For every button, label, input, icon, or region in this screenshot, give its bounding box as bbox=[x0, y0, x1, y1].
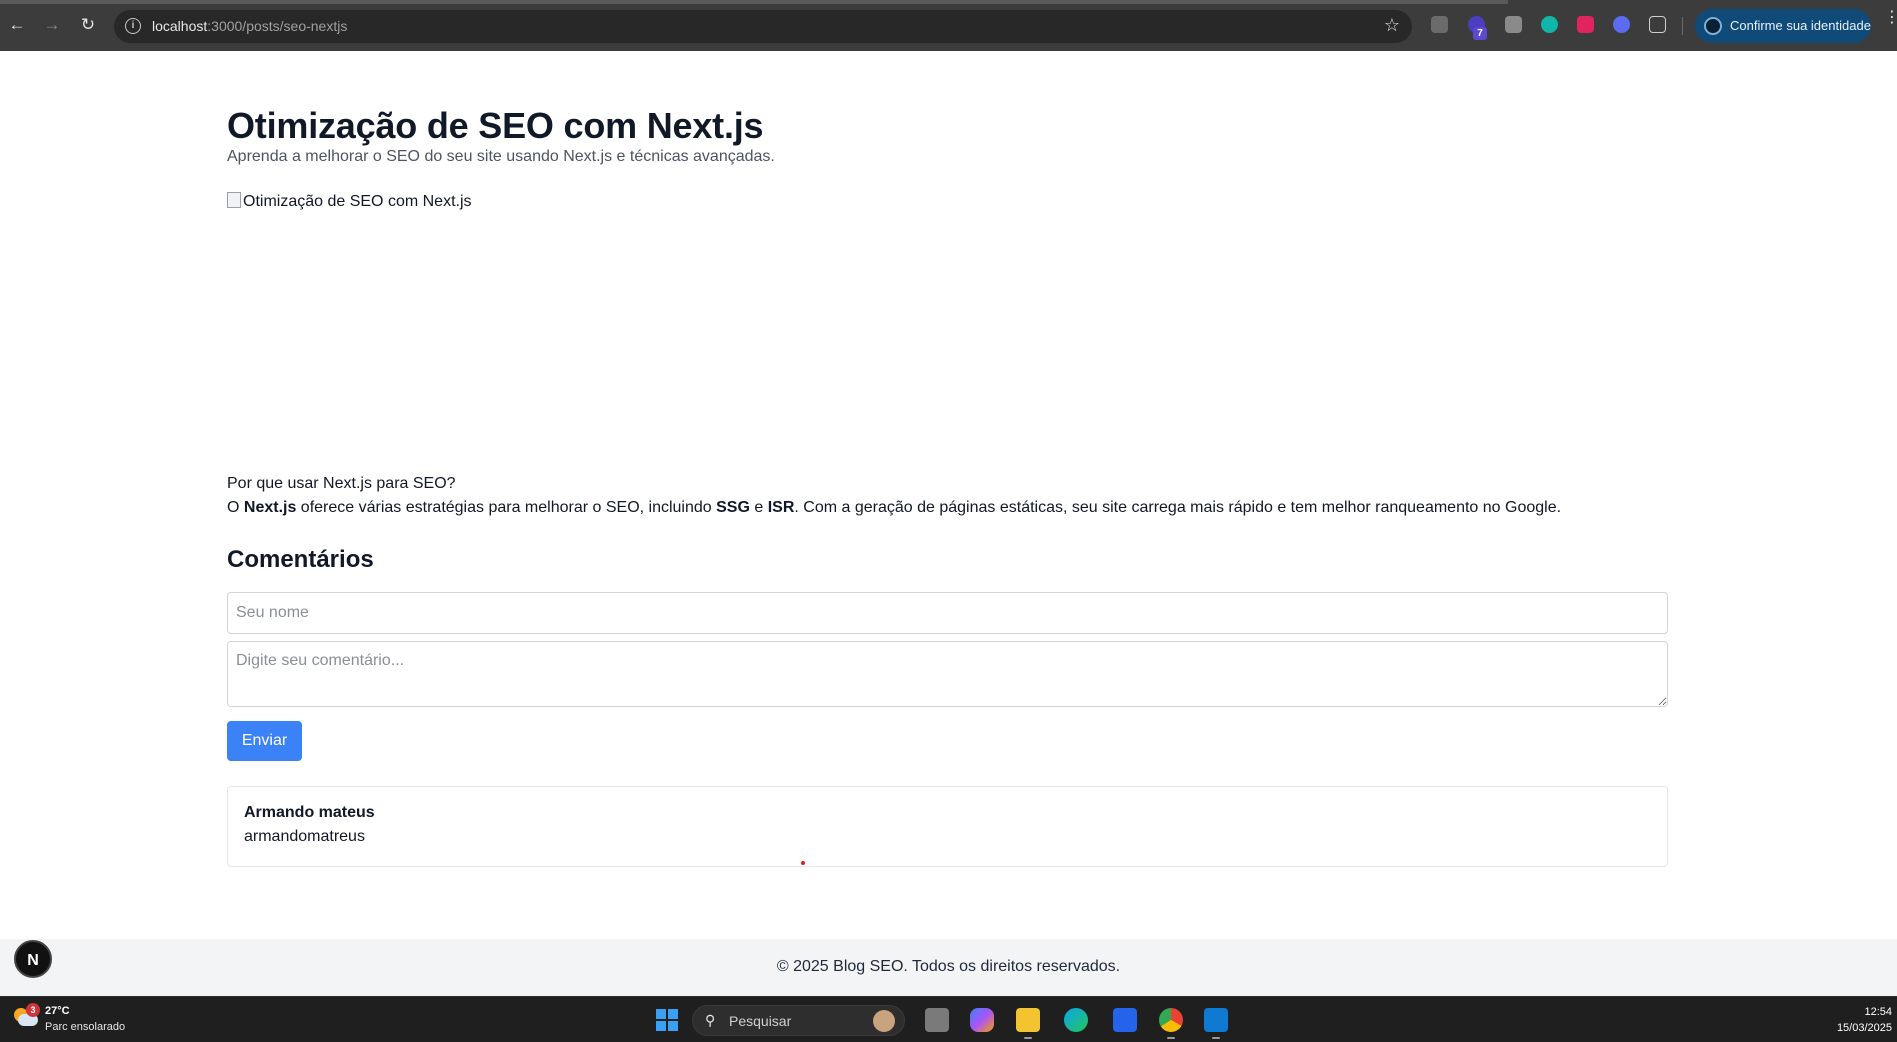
address-bar[interactable]: i localhost:3000/posts/seo-nextjs ☆ bbox=[114, 10, 1412, 43]
back-icon[interactable]: ← bbox=[6, 14, 28, 36]
name-input[interactable] bbox=[227, 592, 1668, 634]
taskbar: 3 27°C Parc ensolarado ⚲ Pesquisar 12:54… bbox=[0, 996, 1897, 1042]
comment-item: Armando mateus armandomatreus bbox=[227, 786, 1668, 867]
url-host: localhost bbox=[152, 18, 208, 34]
url-path: :3000/posts/seo-nextjs bbox=[207, 18, 348, 34]
profile-button[interactable]: Confirme sua identidade bbox=[1695, 9, 1871, 43]
running-indicator bbox=[1024, 1037, 1032, 1039]
extension-badge: 7 bbox=[1473, 27, 1487, 40]
weather-temperature[interactable]: 27°C bbox=[45, 1005, 70, 1017]
vscode-icon[interactable] bbox=[1204, 1008, 1228, 1032]
section-heading: Por que usar Next.js para SEO? bbox=[227, 475, 456, 492]
avatar bbox=[1704, 17, 1722, 35]
weather-notification-badge: 3 bbox=[26, 1003, 40, 1017]
start-tile bbox=[656, 1021, 666, 1031]
extension-teal-icon[interactable] bbox=[1541, 16, 1558, 33]
taskbar-search[interactable]: ⚲ Pesquisar bbox=[692, 1005, 905, 1036]
comments-heading: Comentários bbox=[227, 546, 374, 573]
toolbar-divider bbox=[1682, 17, 1683, 35]
browser-toolbar: ← → ↻ i localhost:3000/posts/seo-nextjs … bbox=[0, 0, 1897, 51]
paragraph-bold-nextjs: Next.js bbox=[243, 499, 297, 516]
submit-comment-button[interactable]: Enviar bbox=[227, 721, 302, 761]
footer: © 2025 Blog SEO. Todos os direitos reser… bbox=[0, 939, 1897, 996]
more-menu-icon[interactable]: ⋮ bbox=[1884, 10, 1897, 26]
comment-author: Armando mateus bbox=[244, 804, 375, 821]
running-indicator bbox=[1212, 1037, 1220, 1039]
extensions-puzzle-icon[interactable] bbox=[1649, 16, 1666, 33]
extension-copy-icon[interactable] bbox=[1431, 16, 1448, 33]
red-dot-marker bbox=[801, 861, 805, 865]
edge-icon[interactable] bbox=[1064, 1008, 1088, 1032]
post-paragraph: O Next.js oferece várias estratégias par… bbox=[227, 499, 1561, 517]
search-highlight-icon bbox=[873, 1010, 895, 1032]
paragraph-text: e bbox=[749, 499, 768, 516]
post-title: Otimização de SEO com Next.js bbox=[227, 105, 764, 146]
microsoft-store-icon[interactable] bbox=[1113, 1008, 1137, 1032]
copilot-icon[interactable] bbox=[970, 1008, 994, 1032]
start-tile bbox=[668, 1009, 678, 1019]
tab-strip bbox=[0, 0, 1508, 4]
search-icon: ⚲ bbox=[705, 1012, 716, 1028]
paragraph-bold-isr: ISR bbox=[767, 499, 795, 516]
forward-icon[interactable]: → bbox=[41, 14, 63, 36]
page-content: Otimização de SEO com Next.js Aprenda a … bbox=[0, 51, 1897, 940]
nextjs-dev-indicator-button[interactable]: N bbox=[14, 940, 52, 978]
comment-text: armandomatreus bbox=[244, 828, 365, 845]
extension-gear-icon[interactable] bbox=[1613, 16, 1630, 33]
post-subtitle: Aprenda a melhorar o SEO do seu site usa… bbox=[227, 148, 775, 165]
camera-icon[interactable] bbox=[1505, 16, 1522, 33]
comment-textarea[interactable] bbox=[227, 641, 1668, 707]
task-view-icon[interactable] bbox=[925, 1008, 949, 1032]
running-indicator bbox=[1167, 1037, 1175, 1039]
start-tile bbox=[656, 1009, 666, 1019]
profile-label: Confirme sua identidade bbox=[1730, 18, 1871, 33]
weather-description[interactable]: Parc ensolarado bbox=[45, 1021, 125, 1033]
windows-start-icon[interactable] bbox=[656, 1009, 679, 1032]
broken-image-icon bbox=[227, 192, 241, 208]
url-text[interactable]: localhost:3000/posts/seo-nextjs bbox=[152, 18, 347, 34]
chrome-icon[interactable] bbox=[1159, 1008, 1183, 1032]
paragraph-text: O bbox=[227, 499, 244, 516]
system-clock[interactable]: 12:54 15/03/2025 bbox=[1837, 1004, 1892, 1036]
footer-text: © 2025 Blog SEO. Todos os direitos reser… bbox=[776, 958, 1121, 975]
taskbar-search-placeholder: Pesquisar bbox=[729, 1013, 792, 1029]
image-alt-text: Otimização de SEO com Next.js bbox=[243, 193, 472, 210]
clock-date: 15/03/2025 bbox=[1836, 1022, 1892, 1034]
site-info-icon[interactable]: i bbox=[125, 18, 141, 34]
clock-time: 12:54 bbox=[1864, 1006, 1892, 1018]
bookmark-star-icon[interactable]: ☆ bbox=[1384, 15, 1400, 36]
paragraph-bold-ssg: SSG bbox=[716, 499, 750, 516]
start-tile bbox=[668, 1021, 678, 1031]
paragraph-text: . Com a geração de páginas estáticas, se… bbox=[794, 499, 1562, 516]
post-cover-image: Otimização de SEO com Next.js bbox=[227, 192, 527, 216]
extension-pink-icon[interactable] bbox=[1577, 16, 1594, 33]
paragraph-text: oferece várias estratégias para melhorar… bbox=[296, 499, 717, 516]
reload-icon[interactable]: ↻ bbox=[77, 14, 99, 36]
file-explorer-icon[interactable] bbox=[1016, 1008, 1040, 1032]
